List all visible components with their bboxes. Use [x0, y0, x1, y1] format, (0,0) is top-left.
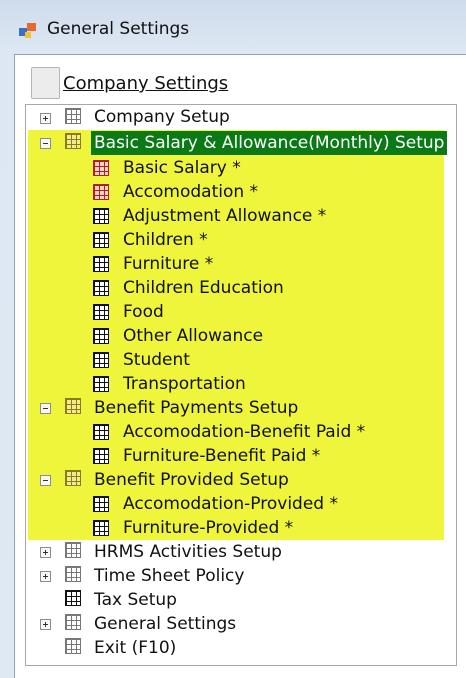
tree-item-hrms-activities-setup[interactable]: HRMS Activities Setup [94, 540, 282, 564]
tree-item-label: Children * [123, 230, 208, 250]
grid-icon [93, 184, 109, 200]
tree-item-label: Time Sheet Policy [94, 566, 245, 586]
tree-item-accomodation-provided[interactable]: Accomodation-Provided * [123, 492, 338, 516]
tree-item-general-settings[interactable]: General Settings [94, 612, 236, 636]
tree-item-label: Children Education [123, 278, 284, 298]
app-icon [19, 23, 36, 38]
tree-item-accomodation[interactable]: Accomodation * [123, 180, 258, 204]
tree-item-label: Furniture-Benefit Paid * [123, 446, 321, 466]
grid-icon [93, 424, 109, 440]
collapse-toggle-icon[interactable] [40, 138, 51, 149]
tree-item-adjustment-allowance[interactable]: Adjustment Allowance * [123, 204, 326, 228]
section-icon-box [31, 67, 60, 99]
grid-icon [65, 470, 81, 486]
expand-toggle-icon[interactable] [40, 547, 51, 558]
expand-toggle-icon[interactable] [40, 113, 51, 124]
tree-item-children[interactable]: Children * [123, 228, 208, 252]
expand-toggle-icon[interactable] [40, 571, 51, 582]
tree-item-transportation[interactable]: Transportation [123, 372, 246, 396]
collapse-toggle-icon[interactable] [40, 403, 51, 414]
expand-toggle-icon[interactable] [40, 619, 51, 630]
grid-icon [93, 520, 109, 536]
grid-icon [65, 566, 81, 582]
tree-item-other-allowance[interactable]: Other Allowance [123, 324, 263, 348]
grid-icon [65, 590, 81, 606]
tree-item-furniture-benefit-paid[interactable]: Furniture-Benefit Paid * [123, 444, 320, 468]
grid-icon [93, 256, 109, 272]
company-settings-heading[interactable]: Company Settings [63, 73, 228, 94]
tree-item-label: HRMS Activities Setup [94, 542, 282, 562]
tree-item-tax-setup[interactable]: Tax Setup [94, 588, 177, 612]
grid-icon [65, 614, 81, 630]
tree-item-label: Food [123, 302, 164, 322]
grid-icon [93, 160, 109, 176]
grid-icon [65, 638, 81, 654]
tree-item-basic-salary[interactable]: Basic Salary * [123, 156, 241, 180]
grid-icon [65, 542, 81, 558]
tree-item-label: Benefit Provided Setup [94, 470, 289, 490]
window-title: General Settings [47, 19, 190, 39]
grid-icon [93, 208, 109, 224]
tree-item-benefit-provided-setup[interactable]: Benefit Provided Setup [94, 468, 289, 492]
tree-item-label: Accomodation-Benefit Paid * [123, 422, 366, 442]
tree-item-food[interactable]: Food [123, 300, 164, 324]
grid-icon [93, 280, 109, 296]
tree-item-label: Accomodation * [123, 182, 259, 202]
grid-icon [65, 398, 81, 414]
grid-icon [93, 448, 109, 464]
tree-item-furniture-provided[interactable]: Furniture-Provided * [123, 516, 293, 540]
tree-item-label: Transportation [123, 374, 246, 394]
tree-item-time-sheet-policy[interactable]: Time Sheet Policy [94, 564, 244, 588]
tree-item-accomodation-benefit-paid[interactable]: Accomodation-Benefit Paid * [123, 420, 365, 444]
grid-icon [93, 352, 109, 368]
tree-item-label: Furniture * [123, 254, 214, 274]
grid-icon [93, 496, 109, 512]
tree-item-label: Accomodation-Provided * [123, 494, 338, 514]
grid-icon [65, 133, 81, 149]
grid-icon [93, 232, 109, 248]
tree-item-label: Basic Salary & Allowance(Monthly) Setup [91, 131, 448, 155]
tree-item-label: Adjustment Allowance * [123, 206, 327, 226]
tree-item-benefit-payments-setup[interactable]: Benefit Payments Setup [94, 396, 298, 420]
tree-item-exit[interactable]: Exit (F10) [94, 636, 176, 660]
tree-item-furniture[interactable]: Furniture * [123, 252, 213, 276]
tree-item-children-education[interactable]: Children Education [123, 276, 284, 300]
general-settings-window: General Settings Company Settings Compan… [0, 0, 466, 678]
tree-item-label: Exit (F10) [94, 638, 177, 658]
tree-item-label: Basic Salary * [123, 158, 241, 178]
tree-item-label: Benefit Payments Setup [94, 398, 299, 418]
grid-icon [93, 328, 109, 344]
tree-item-student[interactable]: Student [123, 348, 190, 372]
tree-item-label: Furniture-Provided * [123, 518, 294, 538]
tree-item-label: General Settings [94, 614, 237, 634]
grid-icon [65, 108, 81, 124]
grid-icon [93, 376, 109, 392]
tree-item-label: Company Setup [94, 107, 230, 127]
tree-item-label: Student [123, 350, 190, 370]
grid-icon [93, 304, 109, 320]
tree-item-label: Tax Setup [94, 590, 177, 610]
tree-item-label: Other Allowance [123, 326, 264, 346]
collapse-toggle-icon[interactable] [40, 475, 51, 486]
title-bar: General Settings [0, 0, 466, 56]
